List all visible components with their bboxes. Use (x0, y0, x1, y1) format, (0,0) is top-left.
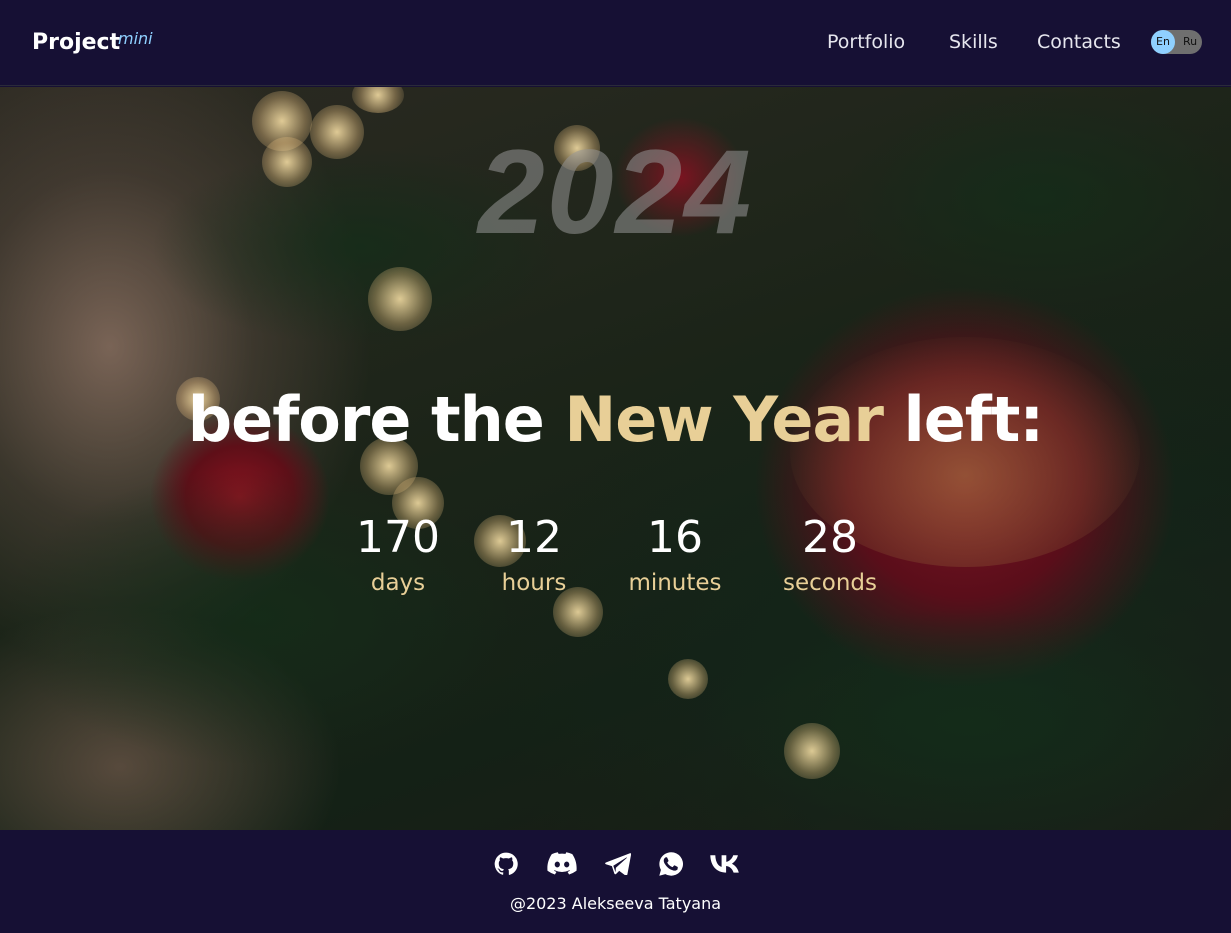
bokeh-light (352, 87, 404, 113)
title-accent: New Year (564, 383, 883, 456)
nav-skills[interactable]: Skills (949, 31, 998, 53)
counter-label: minutes (628, 570, 722, 596)
lang-en-option[interactable]: En (1151, 30, 1175, 54)
counter-value: 28 (802, 512, 858, 563)
year-text: 2024 (478, 125, 753, 259)
counter-days: 170 days (328, 512, 468, 596)
title-part-before: before the (187, 383, 565, 456)
title-part-after: left: (882, 383, 1044, 456)
counter-seconds: 28 seconds (760, 512, 900, 596)
counter-label: days (370, 570, 426, 596)
logo-superscript: mini (118, 29, 153, 48)
telegram-icon[interactable] (603, 850, 633, 878)
hero-background: 2024 before the New Year left: 170 days … (0, 87, 1231, 830)
nav-portfolio[interactable]: Portfolio (827, 31, 905, 53)
branch-shape (700, 607, 1231, 830)
counter-hours: 12 hours (464, 512, 604, 596)
counter-label: seconds (782, 570, 877, 596)
logo[interactable]: Project (32, 30, 120, 55)
bokeh-light (368, 267, 432, 331)
countdown-title: before the New Year left: (0, 383, 1231, 456)
bokeh-light (668, 659, 708, 699)
header: Project mini Portfolio Skills Contacts E… (0, 0, 1231, 86)
github-icon[interactable] (491, 850, 521, 878)
language-toggle[interactable]: En Ru (1151, 30, 1202, 54)
counter-minutes: 16 minutes (605, 512, 745, 596)
vk-icon[interactable] (710, 850, 740, 878)
counter-label: hours (501, 570, 567, 596)
lang-ru-option[interactable]: Ru (1178, 30, 1202, 54)
counter-value: 170 (356, 512, 440, 563)
bokeh-light (784, 723, 840, 779)
copyright: @2023 Alekseeva Tatyana (509, 894, 722, 913)
whatsapp-icon[interactable] (656, 850, 686, 878)
counter-value: 12 (506, 512, 562, 563)
nav-contacts[interactable]: Contacts (1037, 31, 1121, 53)
discord-icon[interactable] (547, 850, 577, 878)
footer: @2023 Alekseeva Tatyana (0, 830, 1231, 933)
counter-value: 16 (647, 512, 703, 563)
